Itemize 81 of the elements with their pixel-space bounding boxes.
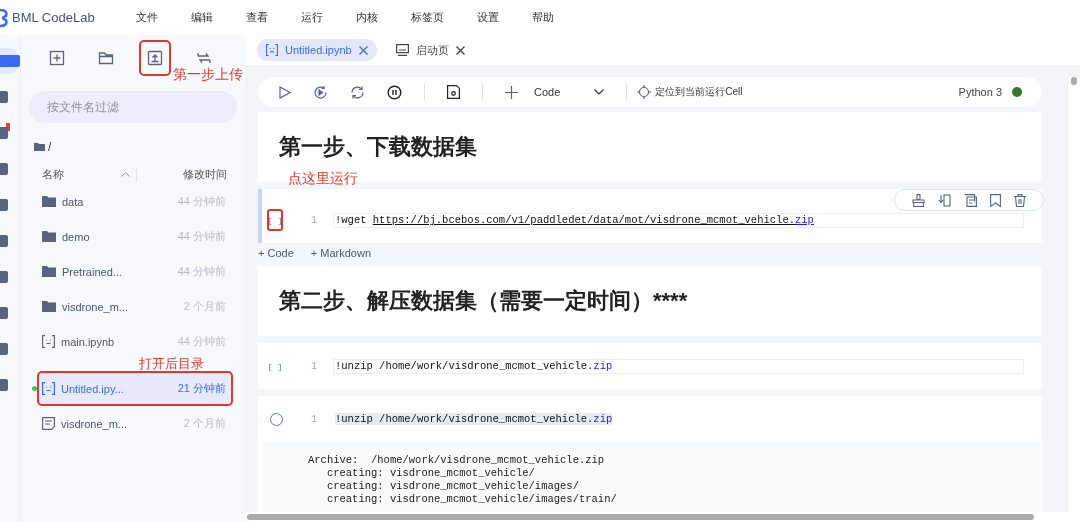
- output-line: Archive: /home/work/visdrone_mcmot_vehicle.zip: [308, 454, 606, 467]
- document-icon: [42, 417, 55, 430]
- annotation-text: 第一步上传: [173, 66, 243, 84]
- code-cell[interactable]: [ ] 1 !unzip /home/work/visdrone_mcmot_vehicle.zip: [258, 343, 1042, 389]
- file-name: visdrone_m...: [61, 417, 128, 430]
- restart-run-icon[interactable]: [313, 84, 328, 100]
- move-down-icon[interactable]: [937, 193, 951, 207]
- code-line: !wget https://bj.bcebos.com/v1/paddledet/data/mot/visdrone_mcmot_vehicle.zip: [335, 214, 814, 226]
- file-name: demo: [62, 230, 90, 243]
- close-icon[interactable]: [455, 45, 465, 55]
- folder-icon: [42, 231, 56, 242]
- chevron-down-icon: [594, 89, 605, 95]
- locate-cell-button[interactable]: 定位到当前运行Cell: [637, 85, 743, 99]
- app-title: BML CodeLab: [12, 10, 96, 25]
- file-name: data: [62, 195, 84, 208]
- code-cell[interactable]: [ ] 1 !wget https://bj.bcebos.com/v1/paddledet/data/mot/visdrone_mcmot_vehicle.zip: [258, 189, 1042, 243]
- trash-icon[interactable]: [1014, 193, 1027, 207]
- file-name: Untitled.ipy...: [61, 382, 124, 395]
- markdown-heading: 第一步、下载数据集: [279, 133, 477, 161]
- menu-item[interactable]: 标签页: [411, 10, 444, 25]
- file-name: Pretrained...: [62, 265, 122, 278]
- add-cell-button[interactable]: + Markdown: [310, 247, 371, 259]
- stop-icon[interactable]: [387, 84, 402, 100]
- menu-item[interactable]: 帮助: [532, 10, 554, 25]
- bookmark-icon[interactable]: [990, 193, 1002, 207]
- sync-icon: [196, 50, 212, 66]
- add-cell-button[interactable]: + Code: [258, 247, 294, 259]
- sort-caret-icon: [121, 172, 130, 177]
- add-icon[interactable]: [505, 85, 518, 99]
- column-header[interactable]: 名称: [42, 167, 121, 182]
- file-name: main.ipynb: [61, 335, 115, 348]
- folder-icon: [42, 266, 56, 277]
- run-button[interactable]: [ ]: [267, 209, 283, 231]
- menu-item[interactable]: 运行: [301, 10, 323, 25]
- line-number: 1: [310, 214, 318, 226]
- notebook-icon: [266, 44, 278, 56]
- search-field[interactable]: 按文件名过滤: [29, 91, 237, 123]
- run-icon[interactable]: [279, 85, 291, 99]
- kernel-name: Python 3: [958, 86, 1002, 98]
- markdown-heading: 第二步、解压数据集（需要一定时间）****: [279, 287, 688, 315]
- logo-icon: [0, 7, 8, 28]
- monitor-icon: [395, 44, 409, 56]
- menu-item[interactable]: 内核: [356, 10, 378, 25]
- modified-time: 21 分钟前: [177, 381, 226, 396]
- folder-icon: [42, 196, 56, 207]
- folder-icon: [42, 301, 56, 312]
- brush-icon[interactable]: [911, 193, 925, 207]
- plus-square-icon: [49, 50, 65, 66]
- menu-item[interactable]: 设置: [477, 10, 499, 25]
- scrollbar-thumb[interactable]: [247, 514, 1034, 520]
- folder-icon: [98, 50, 114, 66]
- line-number: 1: [310, 413, 318, 425]
- save-icon[interactable]: [447, 85, 460, 99]
- notebook-icon: [42, 335, 55, 348]
- tab[interactable]: 启动页: [386, 39, 474, 61]
- path-text: /: [48, 140, 52, 154]
- line-number: 1: [310, 360, 318, 372]
- upload-button[interactable]: [141, 42, 169, 74]
- nav-icon[interactable]: [0, 48, 20, 74]
- crosshair-icon: [637, 85, 652, 99]
- cell-type-dropdown[interactable]: Code: [534, 86, 605, 98]
- scrollbar-thumb[interactable]: [1071, 77, 1077, 85]
- folder-icon: [34, 143, 45, 151]
- output-line: creating: visdrone_mcmot_vehicle/images/train/: [325, 493, 618, 506]
- output-line: creating: visdrone_mcmot_vehicle/images/: [325, 480, 580, 493]
- menu-item[interactable]: 文件: [136, 10, 158, 25]
- file-name: visdrone_m...: [62, 300, 129, 313]
- notebook-icon: [42, 382, 55, 395]
- annotation-text: 打开后目录: [139, 357, 204, 371]
- column-header[interactable]: 修改时间: [183, 167, 227, 182]
- output-line: creating: visdrone_mcmot_vehicle/: [325, 467, 536, 480]
- menu-item[interactable]: 编辑: [191, 10, 213, 25]
- run-button[interactable]: [ ]: [267, 355, 283, 377]
- code-line: !unzip /home/work/visdrone_mcmot_vehicle.zip: [335, 360, 613, 372]
- upload-icon: [147, 50, 163, 66]
- code-cell[interactable]: [258, 396, 1042, 512]
- copy-icon[interactable]: [963, 193, 977, 207]
- tab[interactable]: Untitled.ipynb: [257, 39, 377, 61]
- refresh-icon[interactable]: [350, 84, 365, 100]
- annotation-text: 点这里运行: [288, 170, 358, 188]
- menu-item[interactable]: 查看: [246, 10, 268, 25]
